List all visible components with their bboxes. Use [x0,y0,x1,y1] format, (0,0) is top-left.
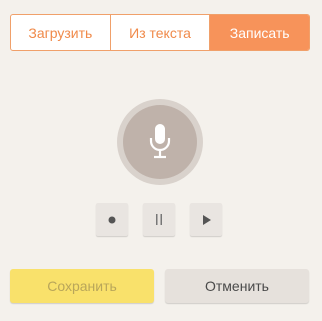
source-tabs: Загрузить Из текста Записать [10,14,310,51]
pause-icon [155,214,163,225]
tab-from-text[interactable]: Из текста [109,15,210,50]
record-dot-icon [108,216,116,224]
playback-controls [96,203,224,237]
record-mic-button[interactable] [117,99,203,185]
play-icon [202,214,211,225]
play-button[interactable] [190,203,222,236]
microphone-icon [149,124,171,160]
cancel-button[interactable]: Отменить [165,269,309,303]
tab-upload[interactable]: Загрузить [11,15,110,50]
record-button[interactable] [96,203,128,236]
pause-button[interactable] [143,203,175,236]
mic-circle [123,105,197,179]
save-button[interactable]: Сохранить [10,269,154,303]
tab-record[interactable]: Записать [209,15,309,50]
